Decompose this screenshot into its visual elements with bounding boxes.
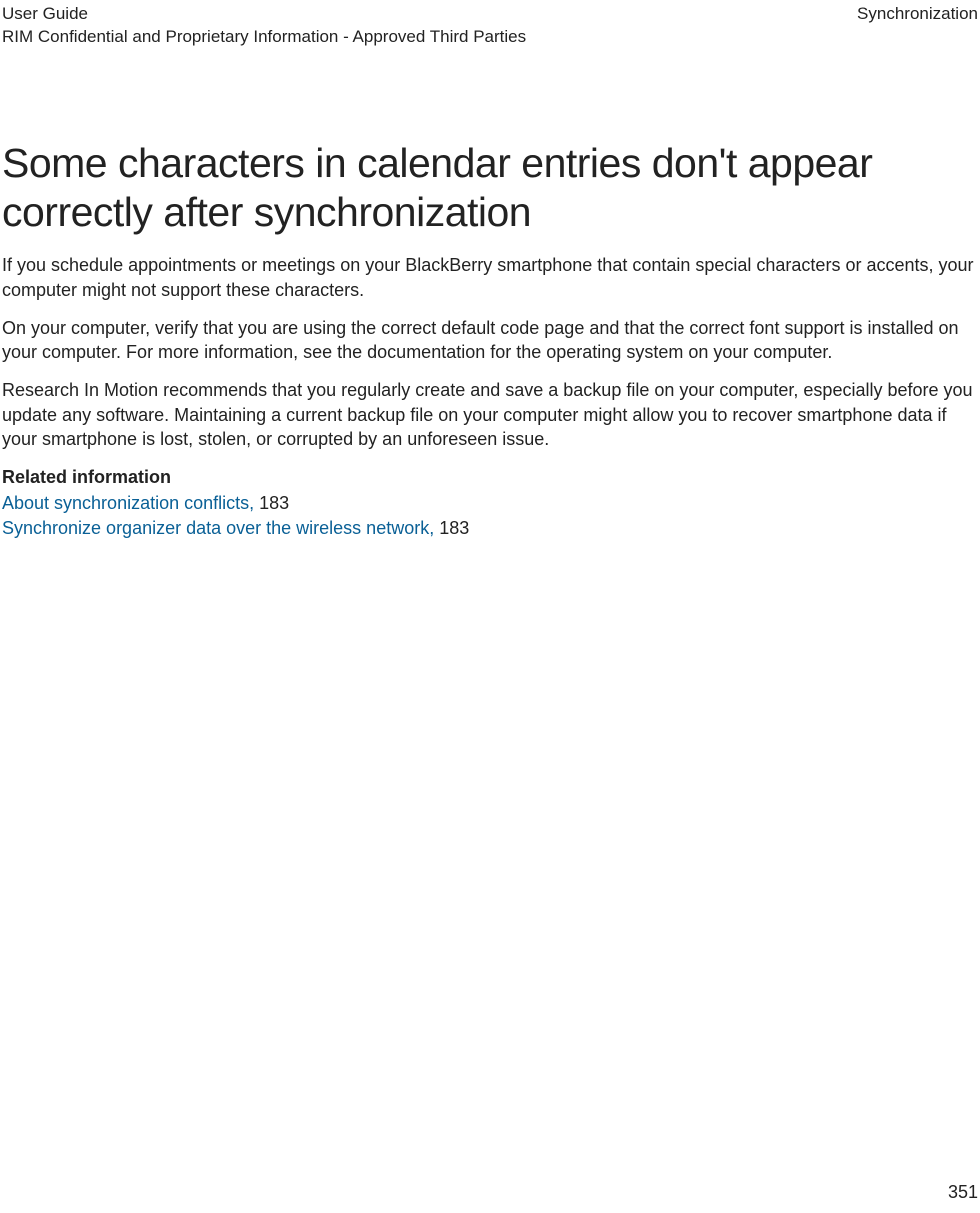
link-sync-organizer[interactable]: Synchronize organizer data over the wire… [2, 518, 434, 538]
page-title: Some characters in calendar entries don'… [2, 139, 978, 237]
paragraph-3: Research In Motion recommends that you r… [2, 378, 978, 451]
page-number: 351 [948, 1182, 978, 1203]
guide-label: User Guide [2, 3, 526, 26]
section-label: Synchronization [857, 3, 978, 26]
page-header: User Guide RIM Confidential and Propriet… [0, 0, 980, 49]
related-heading: Related information [2, 465, 978, 490]
page-content: Some characters in calendar entries don'… [0, 139, 980, 541]
paragraph-1: If you schedule appointments or meetings… [2, 253, 978, 302]
header-left: User Guide RIM Confidential and Propriet… [2, 3, 526, 49]
header-right: Synchronization [857, 3, 978, 26]
related-link-2: Synchronize organizer data over the wire… [2, 516, 978, 541]
link-sync-conflicts[interactable]: About synchronization conflicts, [2, 493, 254, 513]
related-information: Related information About synchronizatio… [2, 465, 978, 541]
related-link-1: About synchronization conflicts, 183 [2, 491, 978, 516]
page-ref-2: 183 [439, 518, 469, 538]
page-ref-1: 183 [259, 493, 289, 513]
confidential-label: RIM Confidential and Proprietary Informa… [2, 26, 526, 49]
paragraph-2: On your computer, verify that you are us… [2, 316, 978, 365]
